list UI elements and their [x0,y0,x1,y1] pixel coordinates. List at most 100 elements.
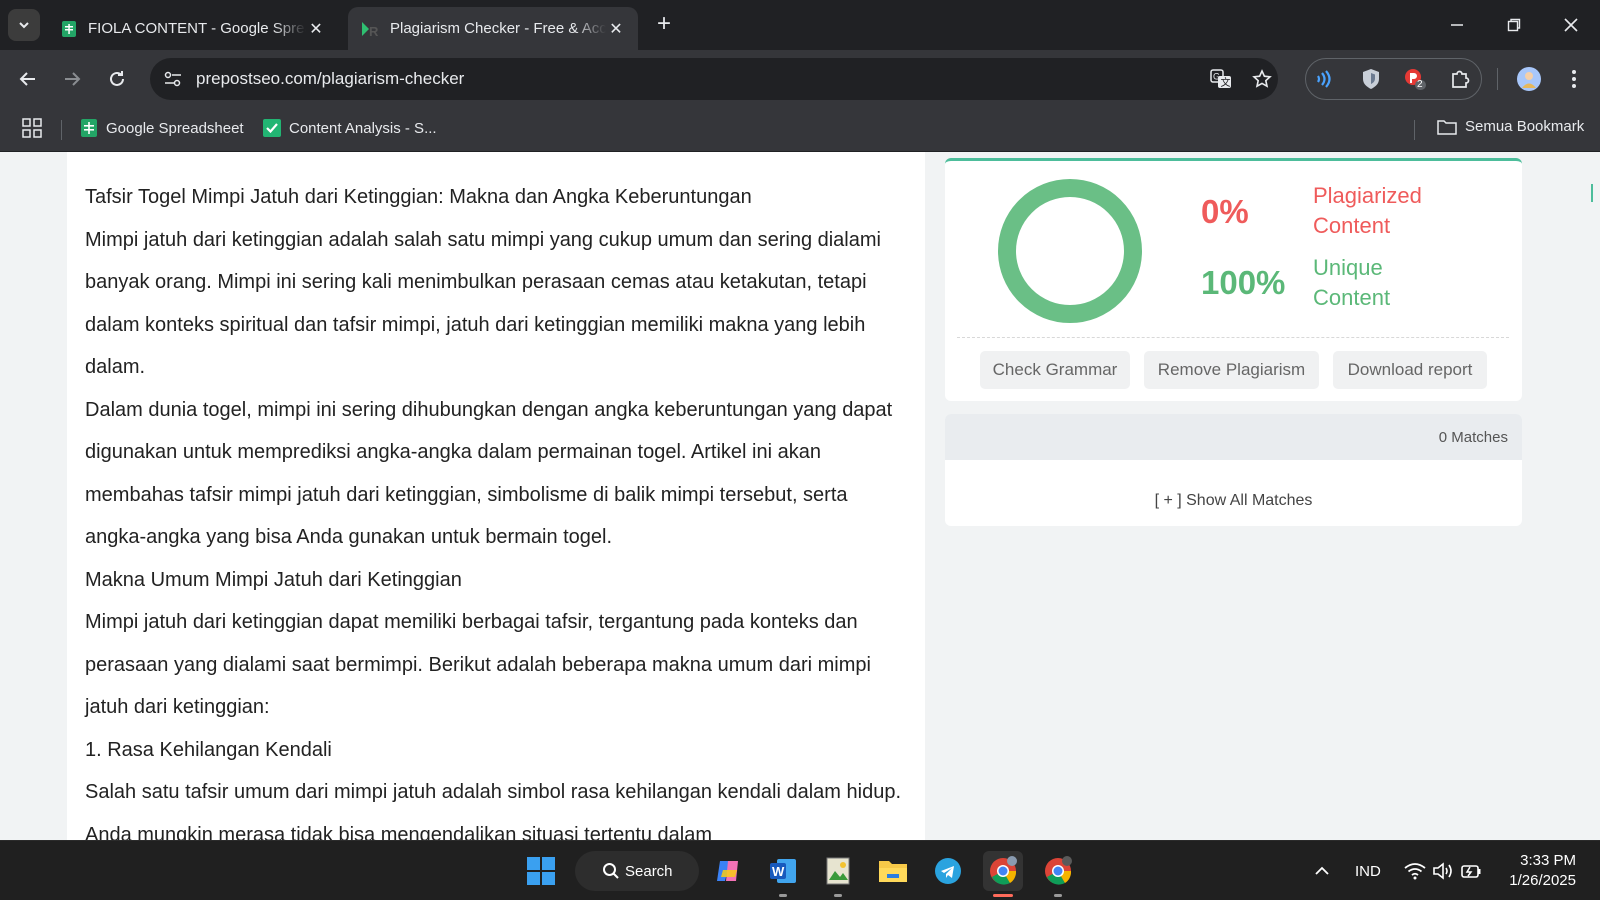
bookmark-content-analysis[interactable]: Content Analysis - S... [263,118,437,138]
article-paragraph: Dalam dunia togel, mimpi ini sering dihu… [85,398,893,549]
reload-icon [110,71,124,86]
restore-button[interactable] [1494,10,1534,40]
address-bar[interactable]: prepostseo.com/plagiarism-checker 文G [150,58,1278,100]
unique-percentage: 100% [1201,264,1286,301]
running-indicator [834,894,842,897]
back-button[interactable] [12,63,44,95]
bookmark-star-icon[interactable] [1252,69,1272,89]
close-window-button[interactable] [1551,10,1591,40]
clock-date: 1/26/2025 [1509,872,1576,889]
site-info-icon[interactable] [164,71,182,87]
copilot-icon [717,861,738,881]
show-hidden-icons-button[interactable] [1302,851,1342,891]
matches-header: 0 Matches [945,414,1522,460]
tab-plagiarism-checker[interactable]: R Plagiarism Checker - Free & Accurate ✕ [348,7,638,50]
tab-strip: FIOLA CONTENT - Google Spreadsheet ✕ R P… [0,0,1600,50]
running-indicator [1054,894,1062,897]
google-sheets-icon [62,20,76,37]
all-bookmarks-label: Semua Bookmark [1465,118,1585,135]
picture-icon [826,857,850,885]
article-editor[interactable]: Tafsir Togel Mimpi Jatuh dari Ketinggian… [67,152,925,840]
restore-icon [1507,18,1521,32]
running-indicator [779,894,787,897]
telegram-app[interactable] [928,851,968,891]
telegram-icon [935,858,961,884]
plagiarism-result-card: 0% Plagiarized Content 100% Unique Conte… [945,158,1522,401]
chevron-down-icon [19,22,29,29]
ext-audio-icon[interactable] [1310,64,1340,94]
chrome-icon [990,856,1017,885]
remove-plagiarism-button[interactable]: Remove Plagiarism [1144,351,1319,389]
battery-icon [1461,865,1481,878]
windows-taskbar: Search W IND 3:33 PM 1/26/2025 [0,840,1600,900]
close-tab-icon[interactable]: ✕ [606,19,626,39]
tab-fiola-content[interactable]: FIOLA CONTENT - Google Spreadsheet ✕ [48,7,338,50]
unique-arc [998,179,1142,323]
tab-title: FIOLA CONTENT - Google Spreadsheet [88,20,306,37]
tab-title: Plagiarism Checker - Free & Accurate [390,20,606,37]
svg-text:文: 文 [1221,76,1231,89]
svg-text:G: G [1213,72,1220,82]
arrow-left-icon [19,72,35,86]
folder-icon [879,861,907,882]
article-heading: 1. Rasa Kehilangan Kendali [85,738,332,761]
plagiarized-percentage: 0% [1201,193,1249,230]
bookmarks-bar: Google Spreadsheet Content Analysis - S.… [0,107,1600,152]
chrome-icon [1045,856,1072,885]
word-app[interactable]: W [763,851,803,897]
start-button[interactable] [521,851,561,891]
file-explorer-app[interactable] [873,851,913,891]
reload-button[interactable] [101,63,133,95]
profile-avatar[interactable] [1514,64,1544,94]
image-viewer-app[interactable] [818,851,858,897]
search-icon [603,863,619,879]
chrome-app-secondary[interactable] [1038,851,1078,897]
minimize-icon [1451,24,1463,26]
forward-button[interactable] [56,63,88,95]
matches-count: 0 Matches [1438,428,1508,446]
show-all-matches-link[interactable]: [ + ] Show All Matches [945,492,1522,510]
apps-grid-icon [22,118,42,138]
input-language[interactable]: IND [1355,863,1381,880]
scroll-indicator [1591,184,1593,202]
translate-icon[interactable]: 文G [1210,69,1232,89]
plagiarized-label-line: Content [1313,213,1391,238]
word-icon: W [770,859,796,883]
extension-badge: 2 [1417,79,1423,90]
volume-icon [1433,862,1452,880]
close-icon [1564,18,1578,32]
google-sheets-icon [81,119,97,137]
article-heading: Makna Umum Mimpi Jatuh dari Ketinggian [85,568,462,591]
unique-label-line: Unique [1313,255,1383,280]
url-text: prepostseo.com/plagiarism-checker [196,69,465,88]
copilot-app[interactable] [709,851,749,891]
toolbar-divider [1497,68,1498,90]
quick-settings-button[interactable] [1396,851,1490,891]
bookmark-label: Content Analysis - S... [289,119,437,137]
bookmark-divider [1414,120,1415,140]
chrome-app-active[interactable] [983,851,1023,897]
apps-grid-button[interactable] [22,118,42,138]
clock-time: 3:33 PM [1520,852,1576,869]
svg-text:W: W [772,864,785,879]
check-grammar-button[interactable]: Check Grammar [980,351,1130,389]
bookmark-divider [61,120,62,140]
chrome-menu-icon[interactable] [1559,64,1589,94]
clock[interactable]: 3:33 PM 1/26/2025 [1504,851,1576,891]
download-report-button[interactable]: Download report [1333,351,1487,389]
arrow-right-icon [65,72,81,86]
article-title: Tafsir Togel Mimpi Jatuh dari Ketinggian… [85,186,752,208]
tab-search-button[interactable] [8,9,40,41]
ext-red-icon[interactable]: 2 [1400,64,1430,94]
unique-label-line: Content [1313,285,1391,310]
all-bookmarks-button[interactable]: Semua Bookmark [1437,118,1584,135]
article-paragraph: Mimpi jatuh dari ketinggian dapat memili… [85,611,871,718]
browser-toolbar: prepostseo.com/plagiarism-checker 文G 2 [0,50,1600,107]
close-tab-icon[interactable]: ✕ [306,19,326,39]
new-tab-button[interactable]: + [650,11,678,39]
ext-shield-icon[interactable] [1356,64,1386,94]
taskbar-search[interactable]: Search [575,851,699,891]
extensions-puzzle-icon[interactable] [1445,64,1475,94]
bookmark-google-spreadsheet[interactable]: Google Spreadsheet [80,118,244,138]
minimize-button[interactable] [1437,10,1477,40]
